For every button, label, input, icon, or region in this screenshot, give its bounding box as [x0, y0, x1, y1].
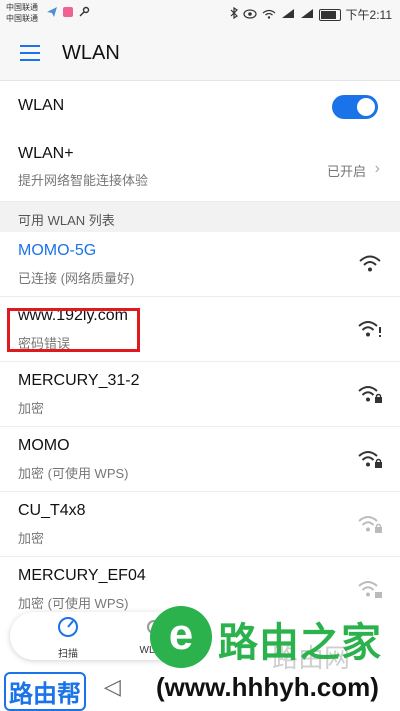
- network-name: MERCURY_EF04: [18, 567, 146, 584]
- back-icon[interactable]: ◁: [104, 674, 121, 700]
- wifi-lock-icon: [358, 516, 382, 533]
- clock: 下午2:11: [345, 8, 392, 22]
- send-icon: [46, 6, 58, 20]
- carrier-2: 中国联通: [6, 14, 38, 23]
- network-name: CU_T4x8: [18, 502, 86, 519]
- watermark-left-text: 路由帮: [4, 672, 86, 711]
- signal-icon-2: [300, 8, 314, 22]
- battery-icon: [318, 8, 341, 21]
- highlight-box: [7, 308, 140, 352]
- wifi-lock-icon: [358, 386, 382, 403]
- network-name: MOMO-5G: [18, 242, 97, 259]
- chevron-right-icon: ›: [374, 160, 380, 177]
- wlan-plus-row[interactable]: WLAN+ 提升网络智能连接体验 已开启 ›: [0, 133, 400, 202]
- scan-label: 扫描: [58, 649, 78, 660]
- network-item[interactable]: CU_T4x8 加密: [0, 492, 400, 557]
- key-icon: [78, 6, 90, 20]
- section-title: 可用 WLAN 列表: [18, 213, 115, 228]
- wlan-plus-description: 提升网络智能连接体验: [18, 173, 149, 188]
- app-icon: [62, 6, 74, 20]
- carrier-1: 中国联通: [6, 3, 38, 12]
- navigation-bar: 路由帮 ◁: [0, 668, 150, 711]
- app-bar: WLAN: [0, 28, 400, 81]
- carrier-info: 中国联通 中国联通: [6, 2, 38, 24]
- wlan-toggle-row[interactable]: WLAN: [0, 81, 400, 134]
- wifi-lock-icon: [358, 581, 382, 598]
- watermark-title: 路由之家: [218, 621, 382, 665]
- watermark-url: (www.hhhyh.com): [156, 672, 379, 702]
- wifi-icon: [359, 255, 381, 272]
- network-item[interactable]: MERCURY_31-2 加密: [0, 362, 400, 427]
- network-item[interactable]: MOMO-5G 已连接 (网络质量好): [0, 232, 400, 297]
- status-right: 下午2:11: [230, 6, 392, 23]
- network-name: MERCURY_31-2: [18, 372, 140, 389]
- wifi-error-icon: [358, 321, 381, 337]
- page-title: WLAN: [62, 42, 120, 64]
- network-name: MOMO: [18, 437, 70, 454]
- notification-icons: [46, 6, 90, 20]
- status-bar: 中国联通 中国联通 下午2:11: [0, 0, 400, 28]
- wlan-plus-label: WLAN+: [18, 145, 74, 162]
- wlan-toggle-label: WLAN: [18, 97, 65, 114]
- available-networks-header: 可用 WLAN 列表: [0, 202, 400, 232]
- bluetooth-icon: [230, 6, 238, 22]
- watermark-logo: e: [150, 606, 212, 668]
- wlan-plus-status: 已开启: [326, 164, 366, 179]
- network-status: 加密 (可使用 WPS): [18, 596, 129, 611]
- scan-button[interactable]: 扫描: [48, 616, 88, 660]
- signal-icon-1: [281, 8, 295, 22]
- menu-icon[interactable]: [20, 45, 40, 61]
- network-item[interactable]: MOMO 加密 (可使用 WPS): [0, 427, 400, 492]
- scan-icon: [58, 617, 78, 637]
- network-status: 已连接 (网络质量好): [18, 271, 135, 286]
- network-status: 加密: [18, 401, 45, 416]
- wifi-status-icon: [262, 8, 276, 22]
- eye-icon: [242, 8, 257, 22]
- wlan-toggle-switch[interactable]: [332, 95, 378, 119]
- network-status: 加密 (可使用 WPS): [18, 466, 129, 481]
- network-status: 加密: [18, 531, 45, 546]
- wifi-lock-icon: [358, 451, 382, 468]
